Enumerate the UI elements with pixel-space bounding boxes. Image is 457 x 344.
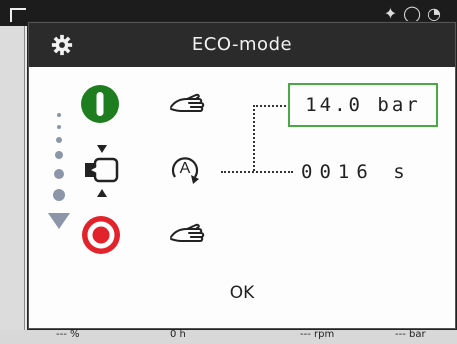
background-status-bar: --- % 0 h --- rpm --- bar bbox=[0, 330, 457, 344]
step-dot bbox=[55, 151, 63, 159]
valve-transition-icon bbox=[85, 145, 119, 197]
eco-mode-dialog: ECO-mode A 14.0 bar 0016 s OK bbox=[28, 22, 456, 329]
green-start-icon bbox=[81, 85, 119, 123]
step-progress-indicator bbox=[48, 113, 70, 229]
background-status-icons: ✦◯◔ bbox=[383, 4, 447, 23]
dialog-title: ECO-mode bbox=[191, 34, 293, 55]
pressure-value-field[interactable]: 14.0 bar bbox=[288, 83, 438, 127]
status-percent: --- % bbox=[56, 330, 80, 340]
red-stop-icon bbox=[82, 216, 120, 254]
step-dot bbox=[57, 113, 61, 117]
connector-line bbox=[253, 105, 286, 107]
step-dot bbox=[56, 137, 62, 143]
step-dot bbox=[53, 189, 65, 201]
time-value-field[interactable]: 0016 s bbox=[301, 157, 441, 187]
down-arrow-icon bbox=[48, 213, 70, 229]
step-dot bbox=[54, 169, 64, 179]
svg-text:A: A bbox=[180, 160, 191, 177]
dialog-header: ECO-mode bbox=[29, 23, 455, 67]
background-window-icon bbox=[10, 8, 26, 22]
manual-hand-icon bbox=[170, 93, 205, 112]
manual-hand-icon bbox=[170, 223, 205, 242]
step-dot bbox=[57, 125, 61, 129]
background-left-panel bbox=[0, 26, 25, 344]
connector-line bbox=[253, 105, 255, 171]
status-bar: --- bar bbox=[395, 330, 426, 340]
automatic-a-icon: A bbox=[171, 157, 199, 184]
status-rpm: --- rpm bbox=[300, 330, 335, 340]
ok-button[interactable]: OK bbox=[199, 276, 285, 310]
status-hours: 0 h bbox=[170, 330, 186, 340]
connector-line bbox=[221, 171, 293, 173]
